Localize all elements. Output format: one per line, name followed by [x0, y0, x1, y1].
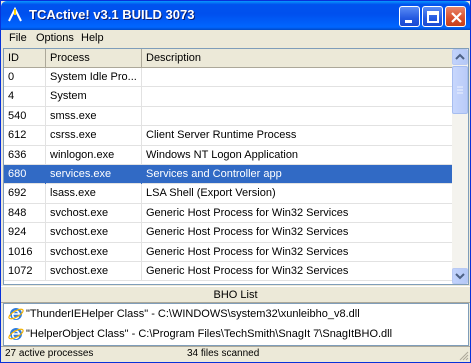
scroll-thumb[interactable]: [452, 66, 468, 114]
table-row[interactable]: 540 smss.exe: [4, 106, 453, 127]
status-bar: 27 active processes 34 files scanned: [1, 346, 470, 362]
status-processes: 27 active processes: [5, 348, 94, 359]
menu-file[interactable]: File: [9, 32, 27, 44]
cell-process: svchost.exe: [46, 203, 142, 223]
scroll-down-button[interactable]: [452, 268, 468, 284]
cell-process: winlogon.exe: [46, 145, 142, 165]
table-row[interactable]: 612 csrss.exe Client Server Runtime Proces…: [4, 126, 453, 146]
table-row[interactable]: 680 services.exe Services and Controller a…: [4, 164, 453, 185]
cell-description: Generic Host Process for Win32 Services: [146, 245, 349, 258]
cell-process: svchost.exe: [46, 261, 142, 281]
cell-id: 0: [4, 68, 46, 87]
cell-id: 680: [4, 164, 46, 184]
bho-list[interactable]: "ThunderIEHelper Class" - C:\WINDOWS\sys…: [3, 303, 469, 346]
cell-description: Generic Host Process for Win32 Services: [146, 226, 349, 239]
cell-id: 924: [4, 223, 46, 243]
cell-process: csrss.exe: [46, 126, 142, 146]
table-row[interactable]: 924 svchost.exe Generic Host Process for W…: [4, 223, 453, 243]
cell-id: 612: [4, 126, 46, 146]
list-header: ID Process Description: [4, 49, 453, 68]
bho-list-title: BHO List: [1, 286, 470, 303]
bho-item-label: "HelperObject Class" - C:\Program Files\…: [26, 328, 393, 340]
cell-process: lsass.exe: [46, 184, 142, 204]
cell-process: services.exe: [46, 164, 142, 184]
menu-options[interactable]: Options: [36, 32, 74, 44]
table-row[interactable]: 4 System: [4, 87, 453, 107]
menu-help[interactable]: Help: [81, 32, 104, 44]
table-row[interactable]: 692 lsass.exe LSA Shell (Export Version): [4, 184, 453, 204]
title-bar[interactable]: TCActive! v3.1 BUILD 3073: [1, 1, 470, 30]
cell-process: smss.exe: [46, 106, 142, 126]
maximize-icon: [427, 11, 439, 23]
scroll-up-button[interactable]: [452, 49, 468, 65]
cell-description: Windows NT Logon Application: [146, 148, 299, 161]
bho-item-label: "ThunderIEHelper Class" - C:\WINDOWS\sys…: [26, 308, 360, 320]
cell-process: System: [46, 87, 142, 107]
close-button[interactable]: [445, 6, 466, 27]
process-list[interactable]: ID Process Description 0 System Idle Pro.…: [3, 48, 469, 285]
column-header-description[interactable]: Description: [142, 49, 453, 68]
cell-process: svchost.exe: [46, 223, 142, 243]
minimize-button[interactable]: [399, 6, 420, 27]
cell-description: Services and Controller app: [146, 167, 282, 180]
arrow-up-icon: [455, 53, 465, 60]
cell-process: System Idle Pro...: [46, 68, 142, 87]
app-window: TCActive! v3.1 BUILD 3073 File Options H…: [0, 0, 471, 363]
cell-id: 540: [4, 106, 46, 126]
cell-process: svchost.exe: [46, 242, 142, 262]
minimize-icon: [405, 20, 412, 23]
grip-icon: [457, 86, 463, 94]
table-row[interactable]: 0 System Idle Pro...: [4, 68, 453, 88]
cell-id: 1072: [4, 261, 46, 281]
list-item[interactable]: "ThunderIEHelper Class" - C:\WINDOWS\sys…: [4, 304, 468, 324]
app-icon: [8, 7, 22, 22]
list-item[interactable]: "HelperObject Class" - C:\Program Files\…: [4, 324, 468, 344]
column-header-id[interactable]: ID: [4, 49, 46, 68]
cell-description: Generic Host Process for Win32 Services: [146, 264, 349, 277]
cell-description: [142, 87, 453, 106]
ie-icon: [8, 328, 24, 340]
vertical-scrollbar[interactable]: [452, 49, 468, 284]
list-rows: 0 System Idle Pro... 4 System 540 smss.exe 612…: [4, 68, 453, 284]
cell-description: Generic Host Process for Win32 Services: [146, 206, 349, 219]
table-row[interactable]: 1016 svchost.exe Generic Host Process for …: [4, 242, 453, 262]
cell-description: [142, 68, 453, 87]
cell-description: [142, 107, 453, 126]
cell-description: Client Server Runtime Process: [146, 129, 297, 142]
cell-id: 692: [4, 184, 46, 204]
cell-id: 1016: [4, 242, 46, 262]
cell-id: 848: [4, 203, 46, 223]
arrow-down-icon: [455, 273, 465, 280]
table-row[interactable]: 1072 svchost.exe Generic Host Process for …: [4, 261, 453, 282]
status-files: 34 files scanned: [187, 348, 260, 359]
cell-description: LSA Shell (Export Version): [146, 187, 276, 200]
window-title: TCActive! v3.1 BUILD 3073: [29, 7, 195, 22]
table-row[interactable]: 848 svchost.exe Generic Host Process for W…: [4, 203, 453, 224]
cell-id: 636: [4, 145, 46, 165]
resize-grip-icon[interactable]: [457, 349, 469, 361]
maximize-button[interactable]: [422, 6, 443, 27]
cell-id: 4: [4, 87, 46, 107]
ie-icon: [8, 308, 24, 320]
table-row[interactable]: 636 winlogon.exe Windows NT Logon Applicat…: [4, 145, 453, 165]
menu-bar: File Options Help: [1, 30, 470, 48]
column-header-process[interactable]: Process: [46, 49, 142, 68]
close-icon: [451, 12, 462, 23]
